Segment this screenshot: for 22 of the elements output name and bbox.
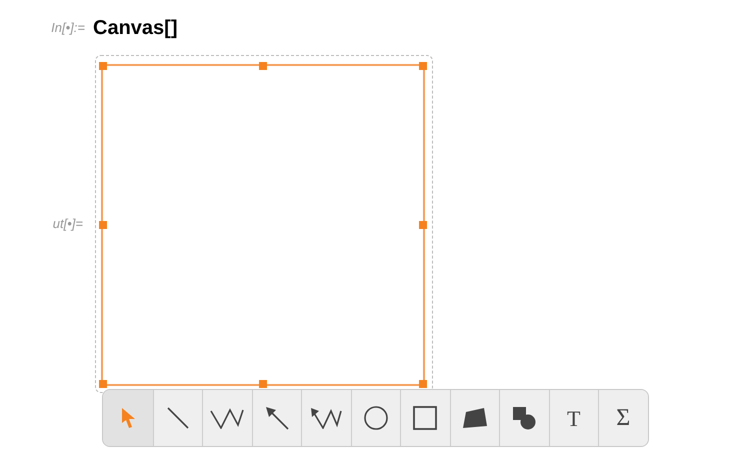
resize-handle[interactable] — [259, 380, 267, 388]
resize-handle[interactable] — [419, 380, 427, 388]
zigzag-arrow-icon — [310, 407, 342, 429]
resize-handle[interactable] — [99, 380, 107, 388]
square-icon — [413, 406, 438, 430]
math-tool-button[interactable]: Σ — [598, 390, 648, 446]
input-code: Canvas[] — [93, 16, 178, 40]
resize-handle[interactable] — [419, 221, 427, 229]
resize-handle[interactable] — [419, 62, 427, 70]
zigzag-icon — [210, 407, 244, 429]
resize-handle[interactable] — [259, 62, 267, 70]
select-tool-button[interactable] — [103, 390, 152, 446]
pointer-icon — [120, 407, 136, 429]
resize-handle[interactable] — [99, 62, 107, 70]
shapes-icon — [512, 406, 536, 430]
input-label: In[•]:= — [50, 18, 86, 37]
line-icon — [166, 407, 189, 429]
circle-icon — [364, 406, 388, 430]
resize-handle[interactable] — [99, 221, 107, 229]
arrow-icon — [264, 406, 289, 430]
output-label: ut[•]= — [52, 215, 83, 234]
polygon-icon — [462, 407, 488, 429]
